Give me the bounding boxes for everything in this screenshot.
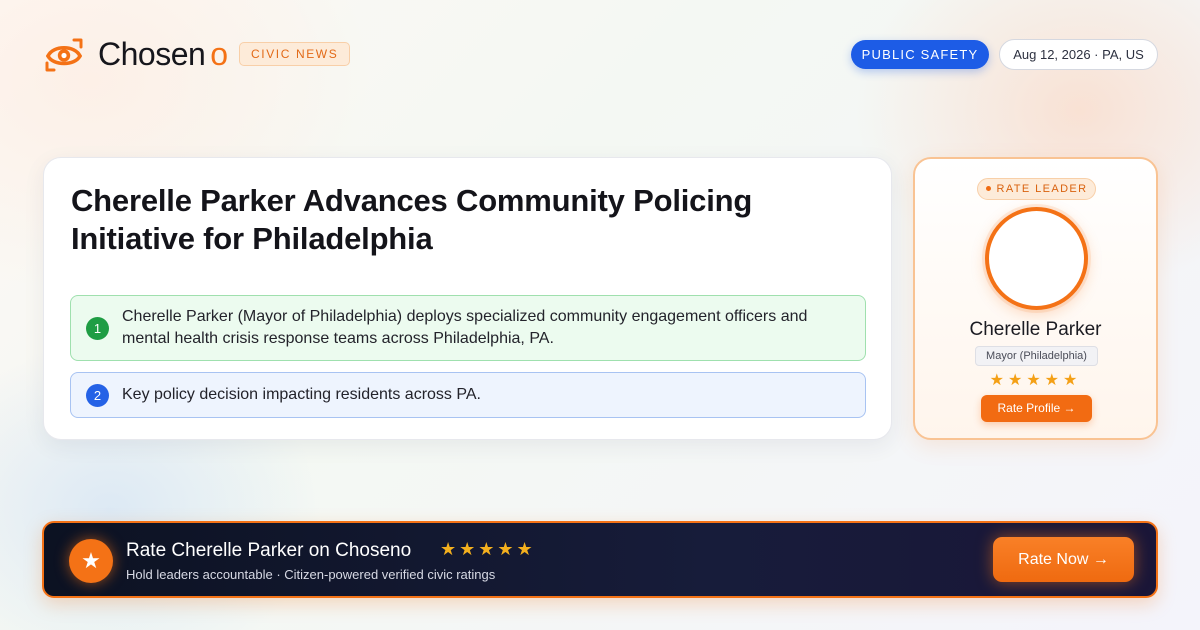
article-title: Cherelle Parker Advances Community Polic… bbox=[71, 183, 753, 256]
point-text: Cherelle Parker (Mayor of Philadelphia) … bbox=[122, 308, 808, 347]
dot-icon bbox=[985, 185, 991, 191]
rate-leader-badge: RATE LEADER bbox=[977, 178, 1096, 200]
point-number-badge: 1 bbox=[86, 317, 109, 340]
cta-title: Rate Cherelle Parker on Choseno bbox=[126, 540, 412, 561]
brand-logo[interactable]: Chosen o bbox=[44, 34, 228, 74]
eye-logo-icon bbox=[45, 38, 83, 72]
category-pill[interactable]: PUBLIC SAFETY bbox=[851, 40, 989, 69]
leader-name: Cherelle Parker bbox=[969, 319, 1102, 340]
star-rating[interactable]: ★★★★★ bbox=[915, 370, 1156, 390]
rate-profile-button[interactable]: Rate Profile → bbox=[981, 395, 1092, 422]
cta-banner: ★ Rate Cherelle Parker on Choseno ★★★★★ … bbox=[42, 521, 1158, 598]
cta-star-rating: ★★★★★ bbox=[440, 539, 536, 559]
rate-now-button[interactable]: Rate Now → bbox=[993, 537, 1134, 582]
date-location-pill: Aug 12, 2026 · PA, US bbox=[999, 39, 1158, 70]
cta-subtitle: Hold leaders accountable · Citizen-power… bbox=[126, 567, 496, 582]
civic-news-badge: CIVIC NEWS bbox=[239, 42, 351, 66]
key-point-1: 1 Cherelle Parker (Mayor of Philadelphia… bbox=[70, 295, 866, 361]
leader-role-badge: Mayor (Philadelphia) bbox=[975, 346, 1098, 366]
star-icon: ★ bbox=[69, 539, 113, 583]
leader-card: RATE LEADER Cherelle Parker Mayor (Phila… bbox=[913, 157, 1158, 440]
point-text: Key policy decision impacting residents … bbox=[122, 386, 481, 403]
point-number-badge: 2 bbox=[86, 384, 109, 407]
article-card: Cherelle Parker Advances Community Polic… bbox=[43, 157, 892, 440]
avatar[interactable] bbox=[985, 207, 1088, 310]
brand-wordmark: Chosen o bbox=[98, 35, 228, 72]
key-point-2: 2 Key policy decision impacting resident… bbox=[70, 372, 866, 418]
